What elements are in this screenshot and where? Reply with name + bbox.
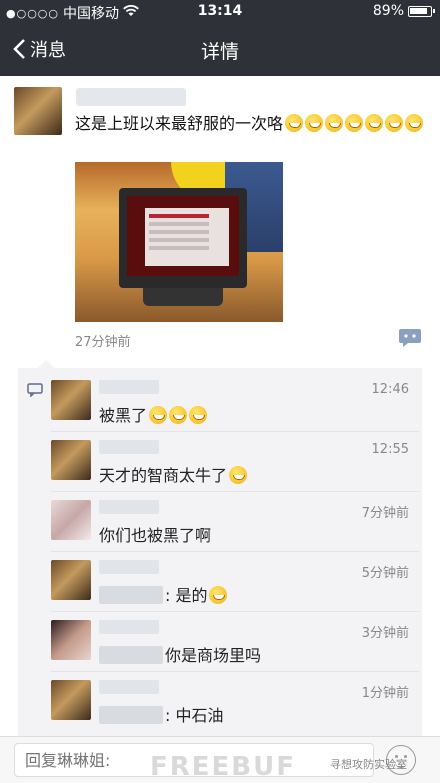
commenter-name-blurred xyxy=(99,380,159,394)
post-timestamp: 27分钟前 xyxy=(75,335,131,350)
nav-bar: 消息 详情 xyxy=(0,24,440,76)
comment-text-content: : 中石油 xyxy=(165,706,224,725)
comment-time: 12:46 xyxy=(371,382,409,397)
grin-emoji-icon xyxy=(285,114,304,132)
commenter-avatar[interactable] xyxy=(51,680,91,720)
commenter-avatar[interactable] xyxy=(51,620,91,660)
grin-emoji-icon xyxy=(149,406,168,424)
comment-row[interactable]: 12:46 被黑了 xyxy=(51,372,419,432)
comment-icon xyxy=(399,329,421,347)
comment-row[interactable]: 3分钟前你是商场里吗 xyxy=(51,612,419,672)
comment-text-content: 你们也被黑了啊 xyxy=(99,526,212,545)
comment-time: 3分钟前 xyxy=(361,626,409,641)
comment-text: : 是的 xyxy=(99,582,228,606)
image-monitor xyxy=(119,188,247,288)
status-bar: ●○○○○ 中国移动 13:14 89% xyxy=(0,0,440,24)
grin-emoji-icon xyxy=(345,114,364,132)
post-text: 这是上班以来最舒服的一次咯 xyxy=(75,112,425,136)
comment-text: : 中石油 xyxy=(99,702,223,726)
commenter-name-blurred xyxy=(99,440,159,454)
battery-label: 89% xyxy=(372,3,404,19)
comment-text: 被黑了 xyxy=(99,402,208,426)
comment-text: 天才的智商太牛了 xyxy=(99,462,248,486)
image-ransom-panel xyxy=(145,208,229,266)
watermark-text: FREEBUF xyxy=(150,752,296,782)
comment-text-content: : 是的 xyxy=(165,586,208,605)
grin-emoji-icon xyxy=(305,114,324,132)
grin-emoji-icon xyxy=(169,406,188,424)
grin-emoji-icon xyxy=(385,114,404,132)
comment-row[interactable]: 7分钟前你们也被黑了啊 xyxy=(51,492,419,552)
grin-emoji-icon xyxy=(365,114,384,132)
image-monitor-stand xyxy=(143,288,223,306)
commenter-name-blurred xyxy=(99,680,159,694)
post-author-name-blurred xyxy=(76,88,186,106)
post-image[interactable] xyxy=(75,162,283,322)
grin-emoji-icon xyxy=(325,114,344,132)
comment-bubble-icon xyxy=(27,383,43,397)
battery-group: 89% xyxy=(372,3,435,19)
grin-emoji-icon xyxy=(189,406,208,424)
comment-time: 1分钟前 xyxy=(361,686,409,701)
commenter-avatar[interactable] xyxy=(51,560,91,600)
comment-text-content: 你是商场里吗 xyxy=(165,646,262,665)
image-screen xyxy=(127,196,239,276)
grin-emoji-icon xyxy=(405,114,424,132)
comment-time: 5分钟前 xyxy=(361,566,409,581)
commenter-name-blurred xyxy=(99,620,159,634)
comment-text: 你是商场里吗 xyxy=(99,642,261,666)
reply-target-blurred xyxy=(99,586,163,604)
comments-panel: 12:46 被黑了 12:55 天才的智商太牛了 7分钟前你们也被黑了啊 5分钟前 : 是的… xyxy=(18,360,422,736)
page-title: 详情 xyxy=(200,41,239,63)
battery-icon xyxy=(408,5,435,17)
reply-target-blurred xyxy=(99,646,163,664)
grin-emoji-icon xyxy=(229,466,248,484)
commenter-avatar[interactable] xyxy=(51,500,91,540)
commenter-name-blurred xyxy=(99,560,159,574)
comment-row[interactable]: 12:55 天才的智商太牛了 xyxy=(51,432,419,492)
comment-time: 7分钟前 xyxy=(361,506,409,521)
commenter-avatar[interactable] xyxy=(51,380,91,420)
post-text-content: 这是上班以来最舒服的一次咯 xyxy=(75,114,284,133)
commenter-avatar[interactable] xyxy=(51,440,91,480)
commenter-name-blurred xyxy=(99,500,159,514)
post-emoji-group xyxy=(283,114,424,133)
watermark-subtext: 寻想攻防实验室 xyxy=(330,758,407,771)
post-author-avatar[interactable] xyxy=(14,87,62,135)
grin-emoji-icon xyxy=(209,586,228,604)
comment-text-content: 被黑了 xyxy=(99,406,148,425)
comment-row[interactable]: 5分钟前 : 是的 xyxy=(51,552,419,612)
comment-time: 12:55 xyxy=(371,442,409,457)
reply-target-blurred xyxy=(99,706,163,724)
comment-action-button[interactable] xyxy=(398,328,422,348)
comment-row[interactable]: 1分钟前 : 中石油 xyxy=(51,672,419,732)
comment-text-content: 天才的智商太牛了 xyxy=(99,466,228,485)
comment-text: 你们也被黑了啊 xyxy=(99,522,211,546)
